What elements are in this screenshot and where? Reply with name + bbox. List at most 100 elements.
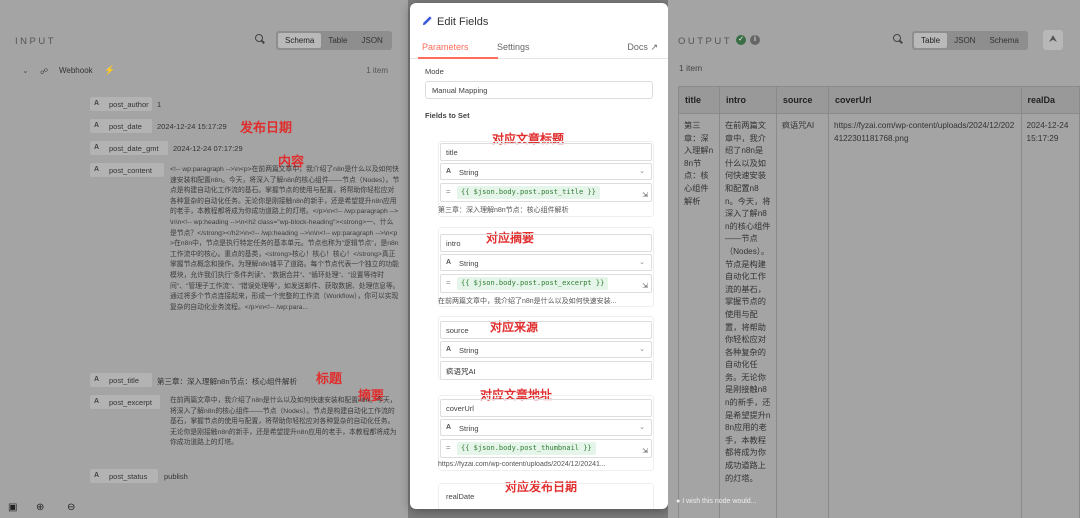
- string-type-icon: A: [446, 423, 452, 431]
- tab-json[interactable]: JSON: [354, 33, 389, 48]
- cell-intro[interactable]: 在前两篇文章中，我介绍了n8n是什么以及如何快速安装和配置n8n。今天，将深入了…: [718, 113, 777, 518]
- string-type-icon: A: [94, 144, 100, 151]
- type-select[interactable]: A String ⌄: [440, 254, 652, 271]
- field-pill-post-excerpt[interactable]: A post_excerpt: [90, 395, 160, 409]
- chevron-down-icon[interactable]: ⌄: [22, 66, 29, 75]
- info-icon[interactable]: i: [750, 35, 760, 45]
- string-type-icon: A: [94, 398, 100, 405]
- field-pill-post-author[interactable]: A post_author: [90, 97, 152, 111]
- assignment-value-input[interactable]: = {{ $json.body.post_thumbnail }} ⇲: [440, 439, 652, 458]
- table-row: 第三章：深入理解n8n节点：核心组件解析 在前两篇文章中，我介绍了n8n是什么以…: [678, 113, 1080, 518]
- cell-coverurl[interactable]: https://fyzai.com/wp-content/uploads/202…: [828, 113, 1022, 518]
- field-name: post_excerpt: [109, 397, 152, 407]
- type-select[interactable]: A String ⌄: [440, 163, 652, 180]
- tab-schema[interactable]: Schema: [982, 33, 1025, 48]
- docs-link[interactable]: Docs ↗: [627, 42, 658, 53]
- string-type-icon: A: [94, 122, 100, 129]
- tab-parameters[interactable]: Parameters: [422, 42, 469, 52]
- tab-settings[interactable]: Settings: [497, 42, 530, 52]
- external-link-icon: ↗: [650, 42, 658, 52]
- assignment-name-input[interactable]: coverUrl: [440, 399, 652, 417]
- cell-source[interactable]: 疯语咒AI: [775, 113, 830, 518]
- dialog-title: Edit Fields: [422, 15, 488, 28]
- annotation-title: 标题: [316, 371, 343, 386]
- tab-json[interactable]: JSON: [947, 33, 982, 48]
- tab-table[interactable]: Table: [321, 33, 354, 48]
- type-label: String: [459, 258, 479, 268]
- string-type-icon: A: [94, 376, 100, 383]
- chevron-down-icon: ⌄: [432, 86, 438, 93]
- output-title: OUTPUT: [678, 36, 733, 47]
- field-pill-post-title[interactable]: A post_title: [90, 373, 152, 387]
- string-type-icon: A: [94, 100, 100, 107]
- expand-icon[interactable]: ⇲: [642, 191, 648, 199]
- cell-title[interactable]: 第三章：深入理解n8n节点：核心组件解析: [678, 113, 720, 518]
- fields-to-set-label: Fields to Set: [425, 111, 470, 120]
- string-type-icon: A: [446, 345, 452, 353]
- equals-icon: =: [446, 278, 451, 287]
- field-name: post_author: [109, 99, 149, 109]
- search-icon[interactable]: [892, 33, 904, 45]
- assignment-value-input[interactable]: = {{ $json.body.post.post_title }} ⇲: [440, 183, 652, 202]
- expression-result-preview: 第三章：深入理解n8n节点：核心组件解析: [438, 207, 569, 214]
- type-select[interactable]: A String ⌄: [440, 341, 652, 358]
- type-label: String: [459, 345, 479, 355]
- field-pill-post-date[interactable]: A post_date: [90, 119, 152, 133]
- assignment-value-input[interactable]: 疯语咒AI: [440, 361, 652, 380]
- expand-icon[interactable]: ⇲: [642, 447, 648, 455]
- assignment-name-input[interactable]: title: [440, 143, 652, 161]
- cell-realdate[interactable]: 2024-12-24 15:17:29: [1020, 113, 1080, 518]
- fit-view-icon[interactable]: ▣: [8, 502, 17, 513]
- field-pill-post-content[interactable]: A post_content: [90, 163, 164, 177]
- field-value: 2024-12-24 15:17:29: [157, 122, 227, 131]
- assignment-value-text: 疯语咒AI: [446, 367, 476, 376]
- expression-text: {{ $json.body.post.post_excerpt }}: [457, 277, 609, 290]
- assignment-name-text: source: [446, 326, 469, 335]
- chevron-down-icon: ⌄: [639, 259, 645, 266]
- field-pill-post-status[interactable]: A post_status: [90, 469, 158, 483]
- field-pill-post-date-gmt[interactable]: A post_date_gmt: [90, 141, 168, 155]
- lightbulb-icon: ●: [676, 498, 681, 505]
- assignment-name-input[interactable]: intro: [440, 234, 652, 252]
- field-name: post_content: [109, 165, 152, 175]
- assignment-value-input[interactable]: = {{ $json.body.post.post_excerpt }} ⇲: [440, 274, 652, 293]
- tab-table[interactable]: Table: [914, 33, 948, 48]
- output-view-switch: Table JSON Schema: [912, 31, 1028, 50]
- column-header-title[interactable]: title: [678, 86, 720, 114]
- feedback-prompt[interactable]: ● I wish this node would...: [676, 498, 757, 505]
- input-view-switch: Schema Table JSON: [276, 31, 392, 50]
- webhook-node-row[interactable]: ⌄ ☍ Webhook ⚡ 1 item: [22, 65, 398, 78]
- equals-icon: =: [446, 443, 451, 452]
- string-type-icon: A: [94, 166, 100, 173]
- trigger-bolt-icon: ⚡: [104, 65, 116, 75]
- assignment-name-text: intro: [446, 239, 461, 248]
- docs-link-label: Docs: [627, 42, 648, 52]
- chevron-down-icon: ⌄: [639, 346, 645, 353]
- assignment-name-input[interactable]: realDate: [440, 487, 652, 505]
- mode-label: Mode: [425, 67, 444, 76]
- column-header-coverurl[interactable]: coverUrl: [828, 86, 1022, 114]
- table-header-row: title intro source coverUrl realDa: [678, 86, 1080, 114]
- column-header-intro[interactable]: intro: [718, 86, 777, 114]
- pencil-icon: [422, 16, 432, 26]
- pin-icon[interactable]: ⮝: [1043, 30, 1063, 50]
- chevron-down-icon: ⌄: [639, 168, 645, 175]
- expression-text: {{ $json.body.post.post_title }}: [457, 186, 600, 199]
- type-select[interactable]: A String ⌄: [440, 419, 652, 436]
- column-header-source[interactable]: source: [775, 86, 830, 114]
- zoom-in-icon[interactable]: ⊕: [36, 502, 44, 513]
- string-type-icon: A: [94, 472, 100, 479]
- tab-schema[interactable]: Schema: [278, 33, 322, 48]
- mode-select[interactable]: Manual Mapping ⌄: [425, 81, 653, 99]
- search-icon[interactable]: [254, 33, 266, 45]
- zoom-out-icon[interactable]: ⊖: [67, 502, 75, 513]
- dialog-title-text: Edit Fields: [437, 16, 489, 28]
- webhook-icon: ☍: [40, 67, 49, 76]
- webhook-label: Webhook: [59, 66, 93, 75]
- column-header-realdate[interactable]: realDa: [1020, 86, 1080, 114]
- assignment-name-input[interactable]: source: [440, 321, 652, 339]
- field-name: post_title: [109, 375, 140, 385]
- expand-icon[interactable]: ⇲: [642, 282, 648, 290]
- assignment-name-text: coverUrl: [446, 404, 474, 413]
- dialog-tabs: Parameters Settings Docs ↗: [410, 37, 668, 59]
